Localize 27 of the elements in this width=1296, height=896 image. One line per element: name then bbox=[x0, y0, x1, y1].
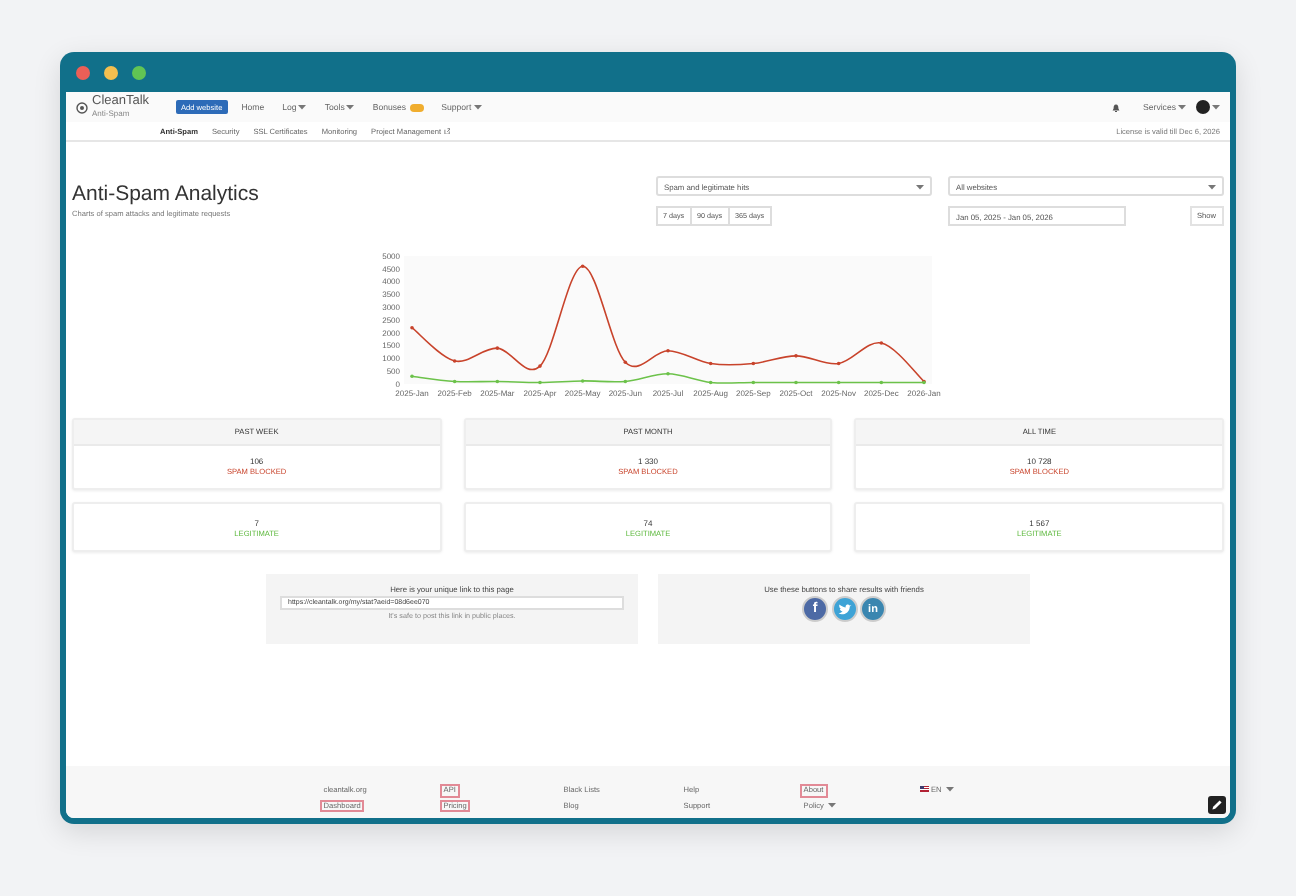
data-point bbox=[751, 380, 756, 385]
data-point bbox=[836, 361, 841, 366]
data-point bbox=[580, 264, 585, 269]
edit-icon[interactable] bbox=[1208, 796, 1226, 814]
data-point bbox=[836, 380, 841, 385]
data-point bbox=[623, 360, 628, 365]
data-point bbox=[751, 361, 756, 366]
window-control-dot[interactable] bbox=[104, 65, 118, 79]
caret-icon bbox=[1212, 104, 1220, 110]
data-point bbox=[452, 379, 457, 384]
twitter-share-button[interactable] bbox=[831, 596, 857, 622]
bird-icon bbox=[837, 603, 851, 615]
logo-icon bbox=[76, 101, 88, 113]
flag-icon bbox=[920, 786, 929, 792]
data-point bbox=[708, 380, 713, 385]
caret-icon bbox=[1208, 183, 1216, 189]
bell-icon[interactable] bbox=[1111, 103, 1120, 111]
caret-icon bbox=[916, 183, 924, 189]
page-title: Anti-Spam Analytics bbox=[72, 182, 259, 206]
window-control-dot[interactable] bbox=[132, 65, 146, 79]
data-point bbox=[708, 361, 713, 366]
window-control-dot[interactable] bbox=[76, 65, 90, 79]
data-point bbox=[495, 379, 500, 384]
data-point bbox=[623, 379, 628, 384]
avatar-circle[interactable] bbox=[1196, 100, 1210, 114]
data-point bbox=[879, 380, 884, 385]
caret-icon bbox=[945, 786, 954, 792]
